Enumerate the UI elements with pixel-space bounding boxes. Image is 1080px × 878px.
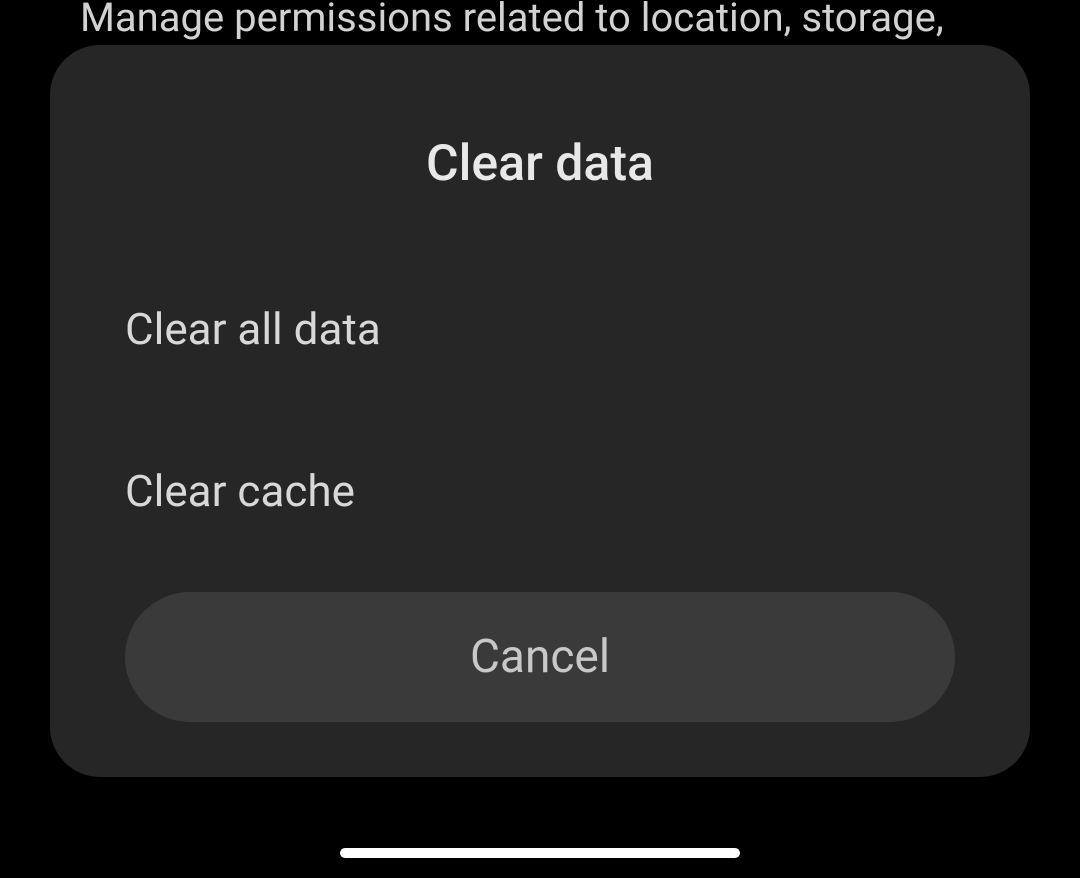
dialog-title: Clear data: [50, 135, 1030, 193]
cancel-button[interactable]: Cancel: [125, 592, 955, 722]
clear-data-dialog: Clear data Clear all data Clear cache Ca…: [50, 45, 1030, 777]
clear-all-data-option[interactable]: Clear all data: [50, 303, 1030, 355]
home-indicator[interactable]: [340, 848, 740, 858]
clear-cache-option[interactable]: Clear cache: [50, 465, 1030, 517]
